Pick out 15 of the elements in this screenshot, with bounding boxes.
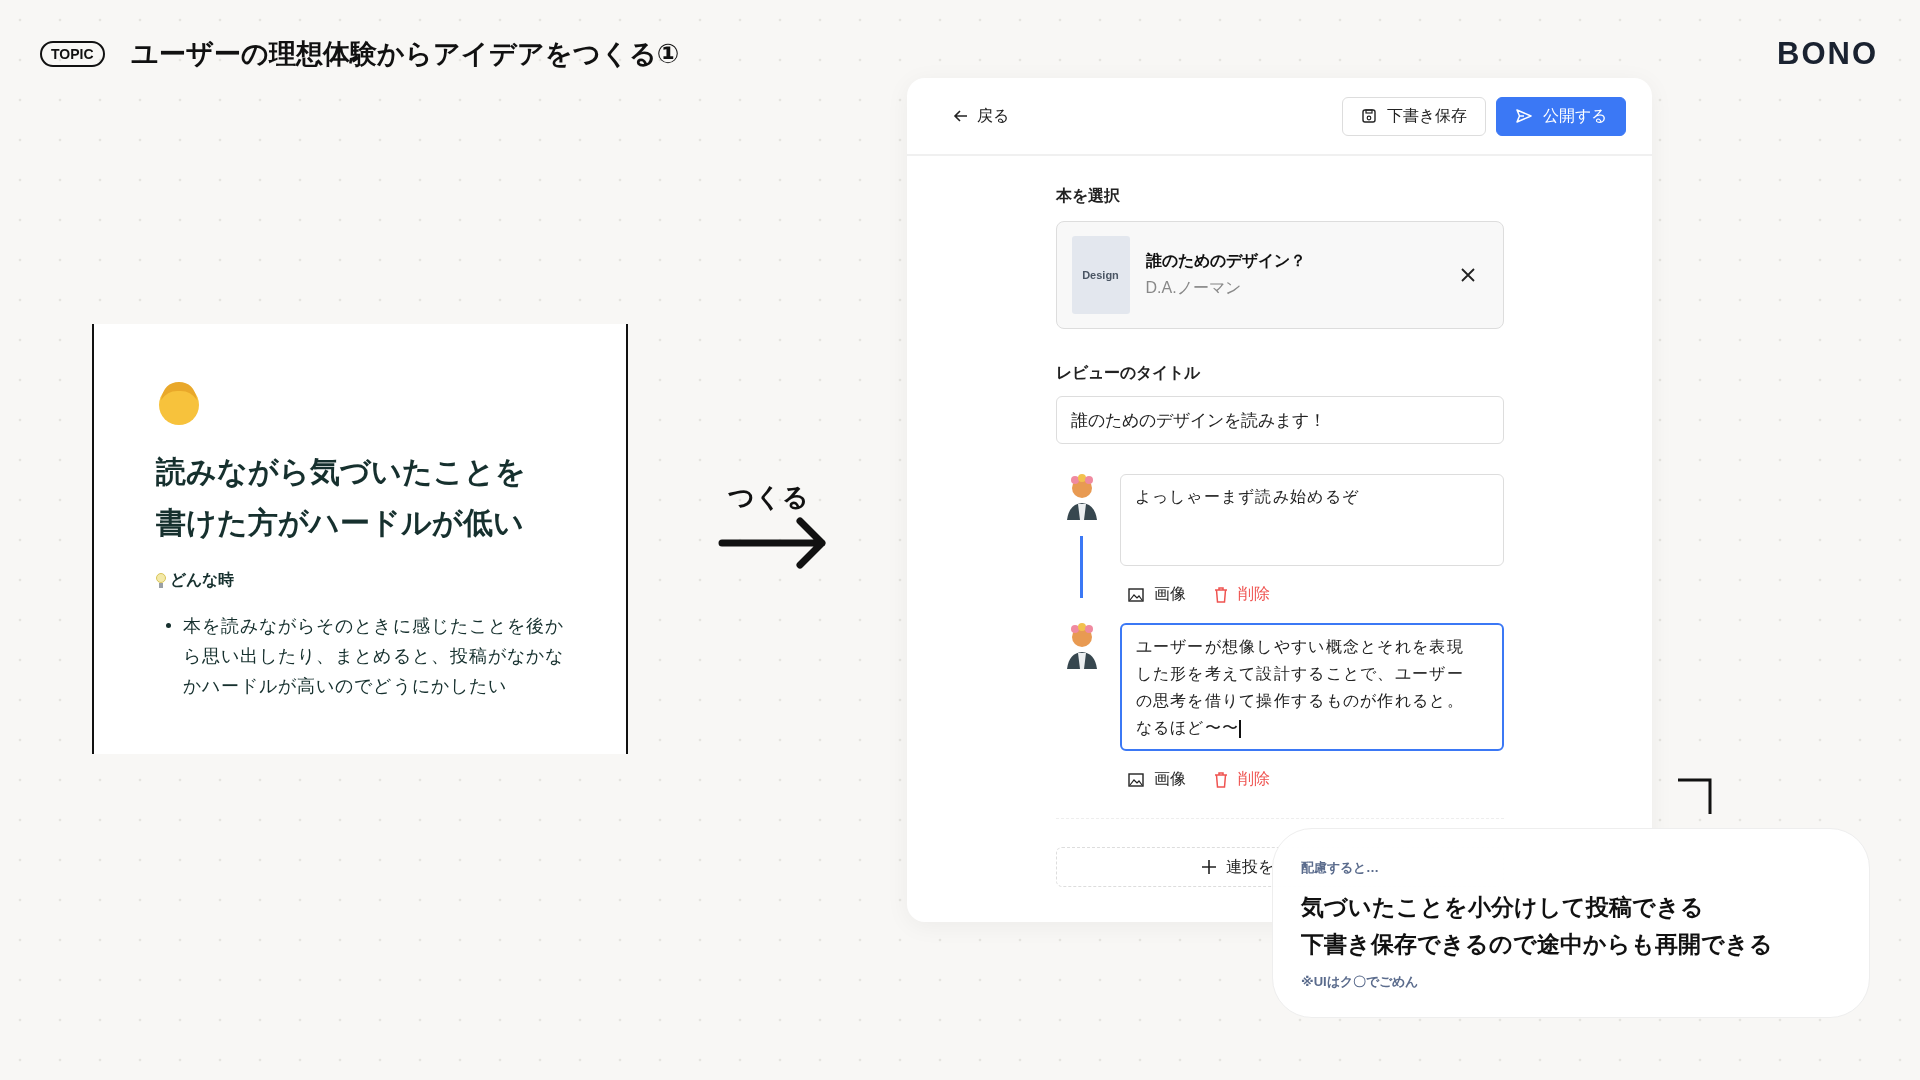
note-footnote: ※UIはク〇でごめん bbox=[1301, 973, 1418, 991]
book-cover: Design bbox=[1071, 236, 1130, 314]
book-author: D.A.ノーマン bbox=[1145, 278, 1242, 298]
note-kicker: 配慮すると… bbox=[1301, 859, 1379, 877]
book-label: 本を選択 bbox=[1055, 186, 1121, 206]
logo: BONO bbox=[1777, 36, 1878, 72]
arrow-label: つくる bbox=[728, 481, 809, 514]
idea-heading: 読みながら気づいたことを 書けた方がハードルが低い bbox=[156, 454, 527, 541]
section-label: どんな時 bbox=[170, 570, 234, 591]
review-title-label: レビューのタイトル bbox=[1055, 363, 1201, 383]
topic-tag: TOPIC bbox=[40, 41, 105, 67]
note-text: 気づいたことを小分けして投稿できる 下書き保存できるので途中からも再開できる bbox=[1301, 893, 1773, 959]
book-title: 誰のためのデザイン？ bbox=[1145, 251, 1307, 271]
slide-title: ユーザーの理想体験からアイデアをつくる① bbox=[130, 38, 681, 71]
bullet-text: 本を読みながらそのときに感じたことを後から思い出したり、まとめると、投稿がなかなかハードルが高いのでどうにかしたい bbox=[183, 615, 565, 698]
